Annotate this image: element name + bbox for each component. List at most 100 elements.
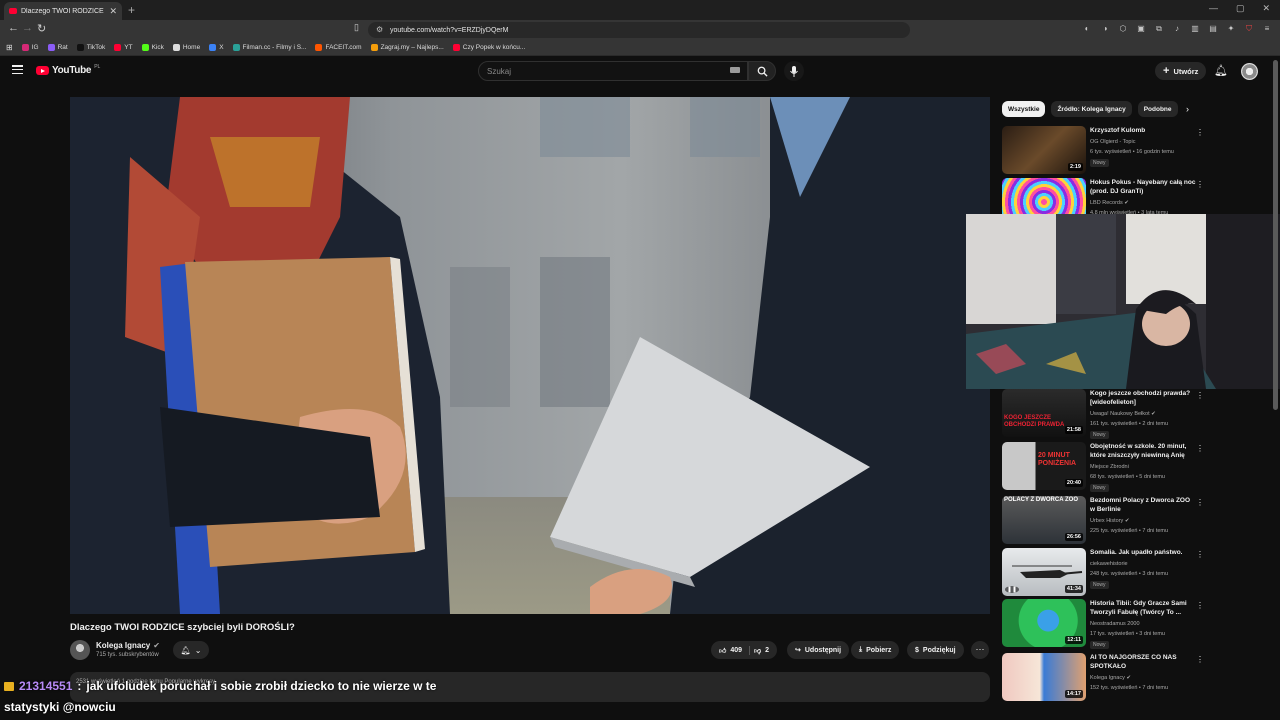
extension-5-icon[interactable]: ⧉ xyxy=(1154,24,1164,34)
youtube-logo[interactable]: YouTube PL xyxy=(36,64,100,76)
search-input[interactable]: Szukaj xyxy=(478,61,748,81)
bookmark-item[interactable]: TikTok xyxy=(76,44,105,51)
bookmark-item[interactable]: IG xyxy=(21,44,39,51)
recommendation-item[interactable]: 14:17 AI TO NAJGORSZE CO NAS SPOTKAŁO Ko… xyxy=(1002,653,1204,703)
download-button[interactable]: ⤓ Pobierz xyxy=(851,641,900,659)
reload-icon[interactable]: ↻ xyxy=(37,22,46,35)
video-thumbnail[interactable]: POLACY Z DWORCA ZOO 26:56 xyxy=(1002,496,1086,544)
bookmark-item[interactable]: Czy Popek w końcu... xyxy=(452,44,525,51)
recommendation-title[interactable]: Krzysztof Kulomb xyxy=(1090,126,1196,135)
page-scrollbar[interactable] xyxy=(1273,60,1278,410)
back-icon[interactable]: ← xyxy=(8,22,19,34)
share-button[interactable]: ↪ Udostępnij xyxy=(787,641,850,659)
recommendation-channel[interactable]: Neostradamus 2000 xyxy=(1090,619,1140,629)
video-thumbnail[interactable]: 2:19 xyxy=(1002,126,1086,174)
keyboard-icon[interactable] xyxy=(730,67,740,73)
bookmark-item[interactable]: Home xyxy=(172,44,200,51)
menu-icon[interactable]: ≡ xyxy=(1262,24,1272,34)
recommendation-item[interactable]: 12:11 Historia Tibii: Gdy Gracze Sami Tw… xyxy=(1002,599,1204,649)
bookmark-item[interactable]: Filman.cc - Filmy i S... xyxy=(232,44,306,51)
recommendation-channel[interactable]: OG Olgierd - Topic xyxy=(1090,137,1135,147)
chip-source[interactable]: Źródło: Kolega Ignacy xyxy=(1051,101,1132,117)
maximize-icon[interactable]: ▢ xyxy=(1236,3,1245,14)
bookmark-item[interactable]: FACEIT.com xyxy=(315,44,362,51)
apps-grid-icon[interactable]: ⊞ xyxy=(6,43,13,52)
bookmark-item[interactable]: Rat xyxy=(47,44,68,51)
video-thumbnail[interactable]: 12:11 xyxy=(1002,599,1086,647)
video-thumbnail[interactable]: 20 MINUT PONIŻENIA 20:40 xyxy=(1002,442,1086,490)
thanks-label: Podziękuj xyxy=(922,646,956,654)
wallet-icon[interactable]: ▤ xyxy=(1208,24,1218,34)
more-options-icon[interactable]: ⋮ xyxy=(1196,444,1204,453)
minimize-icon[interactable]: — xyxy=(1209,3,1218,14)
more-actions-icon[interactable]: ⋯ xyxy=(971,641,989,659)
chip-all[interactable]: Wszystkie xyxy=(1002,101,1046,117)
recommendation-item[interactable]: 20 MINUT PONIŻENIA 20:40 Obojętność w sz… xyxy=(1002,442,1204,492)
bookmark-item[interactable]: YT xyxy=(114,44,133,51)
account-avatar[interactable] xyxy=(1241,63,1258,80)
address-bar[interactable]: ⚙ youtube.com/watch?v=ERZDjyDQerM xyxy=(368,22,910,38)
sidebar-icon[interactable]: ▥ xyxy=(1190,24,1200,34)
chip-related[interactable]: Podobne xyxy=(1137,101,1178,117)
recommendation-title[interactable]: AI TO NAJGORSZE CO NAS SPOTKAŁO xyxy=(1090,653,1196,671)
music-icon[interactable]: ♪ xyxy=(1172,24,1182,34)
browser-tab[interactable]: Dlaczego TWOI RODZICE szy... ✕ xyxy=(4,2,122,20)
channel-avatar[interactable] xyxy=(70,640,90,660)
extension-1-icon[interactable]: ◐ xyxy=(1082,24,1092,34)
recommendation-title[interactable]: Historia Tibii: Gdy Gracze Sami Tworzyli… xyxy=(1090,599,1196,617)
recommendation-item[interactable]: POLACY Z DWORCA ZOO 26:56 Bezdomni Polac… xyxy=(1002,496,1204,546)
video-thumbnail[interactable]: ❚❚ 41:34 xyxy=(1002,548,1086,596)
extension-3-icon[interactable]: ⬡ xyxy=(1118,24,1128,34)
recommendation-title[interactable]: Hokus Pokus - Nayebany całą noc (prod. D… xyxy=(1090,178,1196,196)
forward-icon[interactable]: → xyxy=(22,22,33,34)
dislike-button[interactable]: 👎︎ 2 xyxy=(754,646,769,655)
video-thumbnail[interactable]: 14:17 xyxy=(1002,653,1086,701)
more-options-icon[interactable]: ⋮ xyxy=(1196,128,1204,137)
bookmark-item[interactable]: X xyxy=(209,44,224,51)
more-options-icon[interactable]: ⋮ xyxy=(1196,550,1204,559)
pause-icon[interactable]: ❚❚ xyxy=(1005,586,1020,593)
more-options-icon[interactable]: ⋮ xyxy=(1196,601,1204,610)
recommendation-channel[interactable]: Miejsce Zbrodni xyxy=(1090,462,1129,472)
recommendation-item[interactable]: 2:19 Krzysztof Kulomb OG Olgierd - Topic… xyxy=(1002,126,1204,176)
new-tab-button[interactable]: + xyxy=(128,3,135,17)
recommendation-item[interactable]: KOGO JESZCZE OBCHODZI PRAWDA 21:58 Kogo … xyxy=(1002,389,1204,439)
subscription-notification-button[interactable]: 🔔︎ ⌄ xyxy=(173,641,209,659)
recommendation-title[interactable]: Obojętność w szkole. 20 minut, które zni… xyxy=(1090,442,1196,460)
more-options-icon[interactable]: ⋮ xyxy=(1196,391,1204,400)
thanks-button[interactable]: $ Podziękuj xyxy=(907,641,964,659)
recommendation-channel[interactable]: ciekawehistorie xyxy=(1090,559,1128,569)
site-info-icon[interactable]: ⚙ xyxy=(376,25,383,34)
recommendation-channel[interactable]: Urbex History ✔ xyxy=(1090,516,1129,526)
video-duration: 20:40 xyxy=(1064,479,1083,487)
recommendation-title[interactable]: Bezdomni Polacy z Dworca ZOO w Berlinie xyxy=(1090,496,1196,514)
extension-4-icon[interactable]: ▣ xyxy=(1136,24,1146,34)
chevron-right-icon[interactable]: › xyxy=(1186,104,1189,114)
bookmark-item[interactable]: Zagraj.my – Najleps... xyxy=(370,44,444,51)
voice-search-button[interactable] xyxy=(784,61,804,81)
recommendation-channel[interactable]: Kolega Ignacy ✔ xyxy=(1090,673,1131,683)
bookmark-icon[interactable]: ▯ xyxy=(354,22,359,33)
recommendation-title[interactable]: Kogo jeszcze obchodzi prawda? [wideofeli… xyxy=(1090,389,1196,407)
close-window-icon[interactable]: ✕ xyxy=(1262,3,1270,14)
recommendation-title[interactable]: Somalia. Jak upadło państwo. xyxy=(1090,548,1196,557)
like-button[interactable]: 👍︎ 409 xyxy=(719,645,751,655)
more-options-icon[interactable]: ⋮ xyxy=(1196,498,1204,507)
notifications-bell-icon[interactable]: 🔔︎ xyxy=(1214,64,1228,77)
search-button[interactable] xyxy=(748,61,776,81)
shield-icon[interactable]: ⛉ xyxy=(1244,24,1254,34)
more-options-icon[interactable]: ⋮ xyxy=(1196,655,1204,664)
extension-2-icon[interactable]: ◑ xyxy=(1100,24,1110,34)
video-player[interactable] xyxy=(70,97,990,614)
ai-icon[interactable]: ✦ xyxy=(1226,24,1236,34)
recommendation-item[interactable]: ❚❚ 41:34 Somalia. Jak upadło państwo. ci… xyxy=(1002,548,1204,598)
create-button[interactable]: + Utwórz xyxy=(1155,62,1207,80)
bookmark-item[interactable]: Kick xyxy=(141,44,164,51)
recommendation-channel[interactable]: Uwaga! Naukowy Bełkot ✔ xyxy=(1090,409,1156,419)
hamburger-menu-icon[interactable] xyxy=(12,65,23,74)
video-thumbnail[interactable]: KOGO JESZCZE OBCHODZI PRAWDA 21:58 xyxy=(1002,389,1086,437)
channel-name[interactable]: Kolega Ignacy ✔ xyxy=(96,641,160,650)
more-options-icon[interactable]: ⋮ xyxy=(1196,180,1204,189)
recommendation-channel[interactable]: LBD Records ✔ xyxy=(1090,198,1129,208)
close-tab-icon[interactable]: ✕ xyxy=(109,6,117,17)
